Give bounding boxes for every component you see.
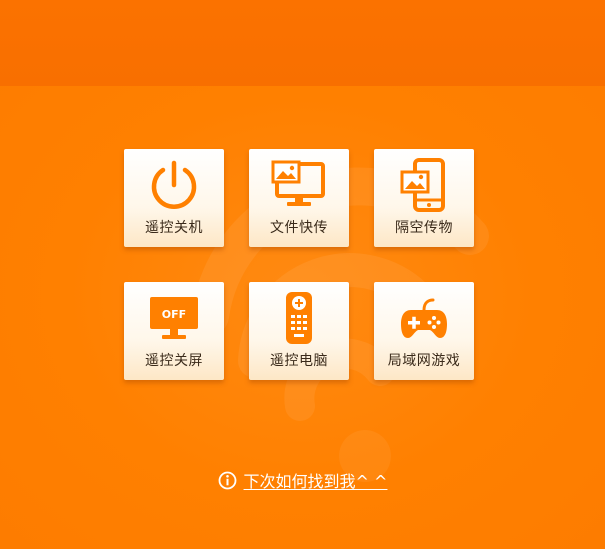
- help-row: 下次如何找到我^ ^: [0, 468, 605, 492]
- remote-screen-off-tile[interactable]: OFF 遥控关屏: [124, 282, 224, 380]
- monitor-picture-icon: [271, 160, 325, 206]
- remote-control-pc-label: 遥控电脑: [270, 353, 328, 369]
- file-transfer-label: 文件快传: [270, 220, 328, 236]
- lan-game-tile[interactable]: 局域网游戏: [374, 282, 474, 380]
- gamepad-icon: [401, 298, 447, 338]
- main-panel: 遥控关机 文件快传 隔空传物 OFF 遥控关屏 遥控电脑 局域网游戏 下次如何找…: [0, 86, 605, 549]
- air-transfer-tile[interactable]: 隔空传物: [374, 149, 474, 247]
- power-icon: [151, 160, 197, 209]
- off-text: OFF: [162, 308, 186, 321]
- remote-control-icon: [286, 292, 312, 344]
- monitor-off-icon: OFF: [150, 297, 198, 339]
- phone-picture-icon: [400, 158, 445, 212]
- remote-shutdown-label: 遥控关机: [145, 220, 203, 236]
- info-icon: [218, 471, 236, 489]
- remote-control-pc-tile[interactable]: 遥控电脑: [249, 282, 349, 380]
- remote-screen-off-label: 遥控关屏: [145, 353, 203, 369]
- lan-game-label: 局域网游戏: [387, 353, 461, 369]
- air-transfer-label: 隔空传物: [395, 220, 453, 236]
- top-bar: [0, 0, 605, 86]
- file-transfer-tile[interactable]: 文件快传: [249, 149, 349, 247]
- remote-shutdown-tile[interactable]: 遥控关机: [124, 149, 224, 247]
- how-to-find-me-link[interactable]: 下次如何找到我^ ^: [244, 468, 388, 492]
